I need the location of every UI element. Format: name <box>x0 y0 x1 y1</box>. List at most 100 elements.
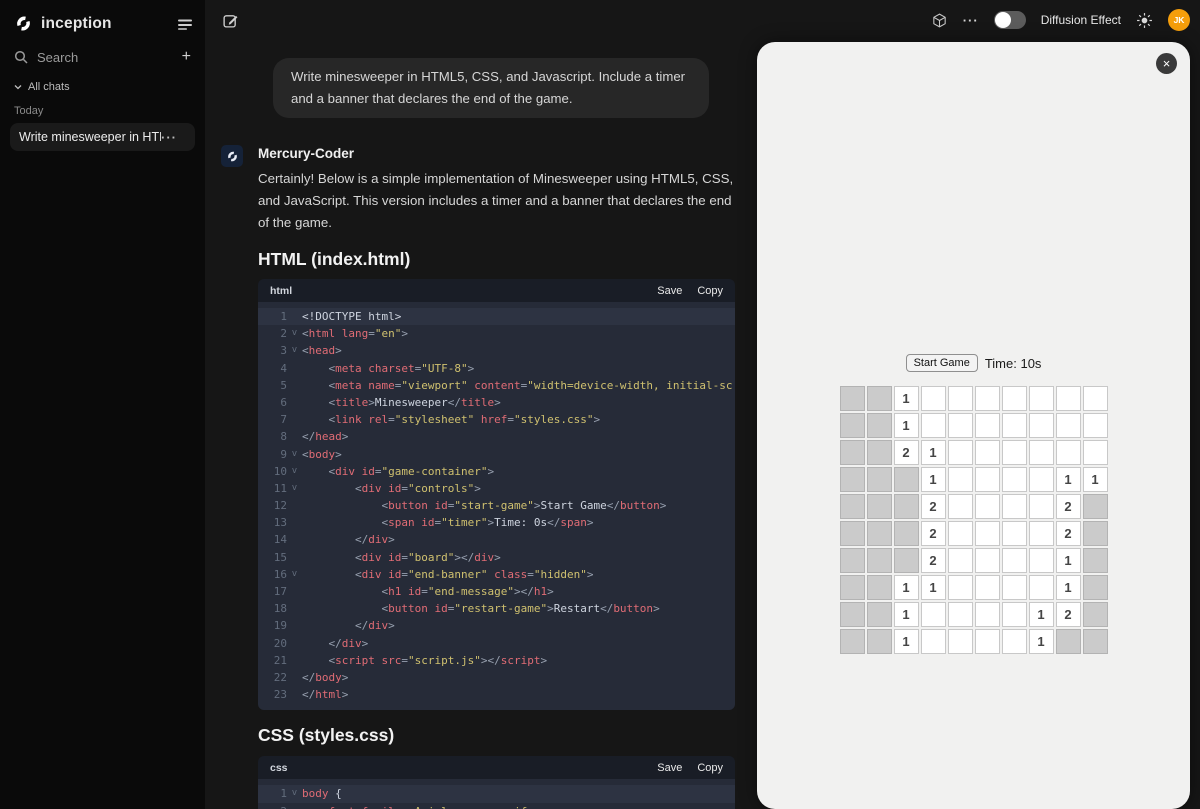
board-cell[interactable] <box>947 413 973 438</box>
board-cell[interactable] <box>1001 521 1027 546</box>
board-cell[interactable]: 1 <box>1055 548 1081 573</box>
board-cell[interactable] <box>1028 494 1054 519</box>
board-cell[interactable] <box>839 629 865 654</box>
board-cell[interactable] <box>839 521 865 546</box>
board-cell[interactable] <box>839 440 865 465</box>
board-cell[interactable] <box>866 494 892 519</box>
board-cell[interactable] <box>1001 440 1027 465</box>
sidebar-item-chat[interactable]: Write minesweeper in HTML5 ··· <box>10 123 195 151</box>
board-cell[interactable] <box>866 386 892 411</box>
board-cell[interactable] <box>893 548 919 573</box>
board-cell[interactable]: 1 <box>920 575 946 600</box>
board-cell[interactable] <box>1001 575 1027 600</box>
board-cell[interactable]: 2 <box>1055 602 1081 627</box>
more-options-icon[interactable]: ··· <box>963 14 979 27</box>
board-cell[interactable]: 1 <box>920 467 946 492</box>
board-cell[interactable] <box>947 467 973 492</box>
board-cell[interactable]: 1 <box>1028 602 1054 627</box>
board-cell[interactable] <box>1082 413 1108 438</box>
board-cell[interactable] <box>947 386 973 411</box>
board-cell[interactable] <box>1028 386 1054 411</box>
board-cell[interactable] <box>866 413 892 438</box>
copy-button[interactable]: Copy <box>697 285 723 297</box>
new-chat-compose-icon[interactable] <box>222 12 239 29</box>
board-cell[interactable] <box>839 575 865 600</box>
board-cell[interactable] <box>1055 440 1081 465</box>
board-cell[interactable] <box>1028 575 1054 600</box>
board-cell[interactable] <box>1001 413 1027 438</box>
board-cell[interactable] <box>1028 413 1054 438</box>
board-cell[interactable] <box>1001 602 1027 627</box>
board-cell[interactable] <box>947 494 973 519</box>
board-cell[interactable] <box>920 386 946 411</box>
board-cell[interactable] <box>866 440 892 465</box>
start-game-button[interactable]: Start Game <box>905 354 978 372</box>
board-cell[interactable] <box>1001 629 1027 654</box>
board-cell[interactable] <box>920 602 946 627</box>
board-cell[interactable]: 1 <box>1055 575 1081 600</box>
board-cell[interactable] <box>1082 548 1108 573</box>
board-cell[interactable] <box>974 521 1000 546</box>
board-cell[interactable] <box>947 548 973 573</box>
copy-button[interactable]: Copy <box>697 762 723 774</box>
board-cell[interactable] <box>866 575 892 600</box>
board-cell[interactable] <box>1001 548 1027 573</box>
board-cell[interactable] <box>974 440 1000 465</box>
board-cell[interactable] <box>1055 386 1081 411</box>
board-cell[interactable] <box>974 494 1000 519</box>
board-cell[interactable]: 1 <box>920 440 946 465</box>
save-button[interactable]: Save <box>657 285 682 297</box>
fold-toggle-icon[interactable] <box>287 325 302 342</box>
sidebar-collapse-icon[interactable] <box>177 18 193 30</box>
board-cell[interactable]: 2 <box>1055 521 1081 546</box>
board-cell[interactable] <box>839 386 865 411</box>
board-cell[interactable] <box>866 521 892 546</box>
board-cell[interactable] <box>1001 386 1027 411</box>
board-cell[interactable] <box>893 521 919 546</box>
board-cell[interactable] <box>1082 440 1108 465</box>
save-button[interactable]: Save <box>657 762 682 774</box>
board-cell[interactable] <box>1082 386 1108 411</box>
package-cube-icon[interactable] <box>931 12 948 29</box>
board-cell[interactable] <box>839 413 865 438</box>
board-cell[interactable] <box>974 575 1000 600</box>
board-cell[interactable]: 2 <box>920 548 946 573</box>
board-cell[interactable] <box>866 467 892 492</box>
board-cell[interactable] <box>920 629 946 654</box>
board-cell[interactable] <box>947 602 973 627</box>
board-cell[interactable]: 2 <box>920 521 946 546</box>
chat-options-icon[interactable]: ··· <box>161 131 177 144</box>
fold-toggle-icon[interactable] <box>287 342 302 359</box>
board-cell[interactable] <box>1028 548 1054 573</box>
board-cell[interactable] <box>839 548 865 573</box>
board-cell[interactable] <box>974 602 1000 627</box>
board-cell[interactable] <box>1028 467 1054 492</box>
board-cell[interactable] <box>1028 440 1054 465</box>
board-cell[interactable] <box>947 575 973 600</box>
all-chats-toggle[interactable]: All chats <box>10 71 195 95</box>
board-cell[interactable]: 1 <box>1082 467 1108 492</box>
board-cell[interactable] <box>1028 521 1054 546</box>
fold-toggle-icon[interactable] <box>287 446 302 463</box>
board-cell[interactable]: 1 <box>893 629 919 654</box>
fold-toggle-icon[interactable] <box>287 463 302 480</box>
sidebar-search[interactable]: Search + <box>10 43 195 71</box>
board-cell[interactable]: 1 <box>893 386 919 411</box>
board-cell[interactable] <box>866 548 892 573</box>
board-cell[interactable] <box>1001 494 1027 519</box>
board-cell[interactable] <box>920 413 946 438</box>
board-cell[interactable] <box>866 602 892 627</box>
board-cell[interactable]: 2 <box>920 494 946 519</box>
board-cell[interactable]: 1 <box>1028 629 1054 654</box>
board-cell[interactable] <box>1082 521 1108 546</box>
board-cell[interactable] <box>974 629 1000 654</box>
board-cell[interactable]: 1 <box>893 413 919 438</box>
fold-toggle-icon[interactable] <box>287 566 302 583</box>
board-cell[interactable] <box>839 602 865 627</box>
board-cell[interactable] <box>1082 602 1108 627</box>
theme-sun-icon[interactable] <box>1136 12 1153 29</box>
board-cell[interactable] <box>839 494 865 519</box>
board-cell[interactable]: 1 <box>893 602 919 627</box>
board-cell[interactable] <box>866 629 892 654</box>
diffusion-effect-toggle[interactable] <box>993 11 1026 29</box>
